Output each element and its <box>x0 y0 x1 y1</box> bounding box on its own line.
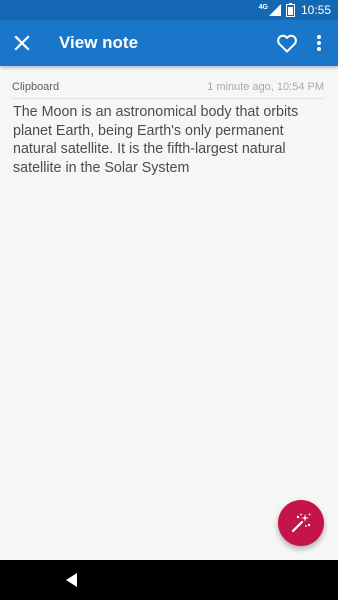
note-timestamp: 1 minute ago, 10:54 PM <box>207 81 324 93</box>
navigation-bar <box>0 560 338 600</box>
magic-wand-icon <box>291 513 311 533</box>
page-title: View note <box>59 33 139 52</box>
app-bar: View note <box>0 20 338 66</box>
back-triangle-icon <box>66 573 77 587</box>
battery-icon <box>285 3 295 17</box>
note-meta: Clipboard 1 minute ago, 10:54 PM <box>12 80 324 99</box>
back-button[interactable] <box>64 572 80 588</box>
magic-action-button[interactable] <box>278 500 324 546</box>
status-time: 10:55 <box>300 3 331 17</box>
close-button[interactable] <box>10 31 34 55</box>
network-type: 4G <box>258 3 268 11</box>
note-source: Clipboard <box>12 81 60 93</box>
more-options-button[interactable] <box>309 31 329 55</box>
note-body: The Moon is an astronomical body that or… <box>13 104 299 176</box>
close-icon <box>14 35 30 51</box>
signal-icon <box>268 4 281 16</box>
heart-outline-icon <box>277 34 297 53</box>
favorite-button[interactable] <box>275 31 299 55</box>
status-bar: 4G 10:55 <box>0 0 338 20</box>
more-vert-icon <box>317 35 321 51</box>
